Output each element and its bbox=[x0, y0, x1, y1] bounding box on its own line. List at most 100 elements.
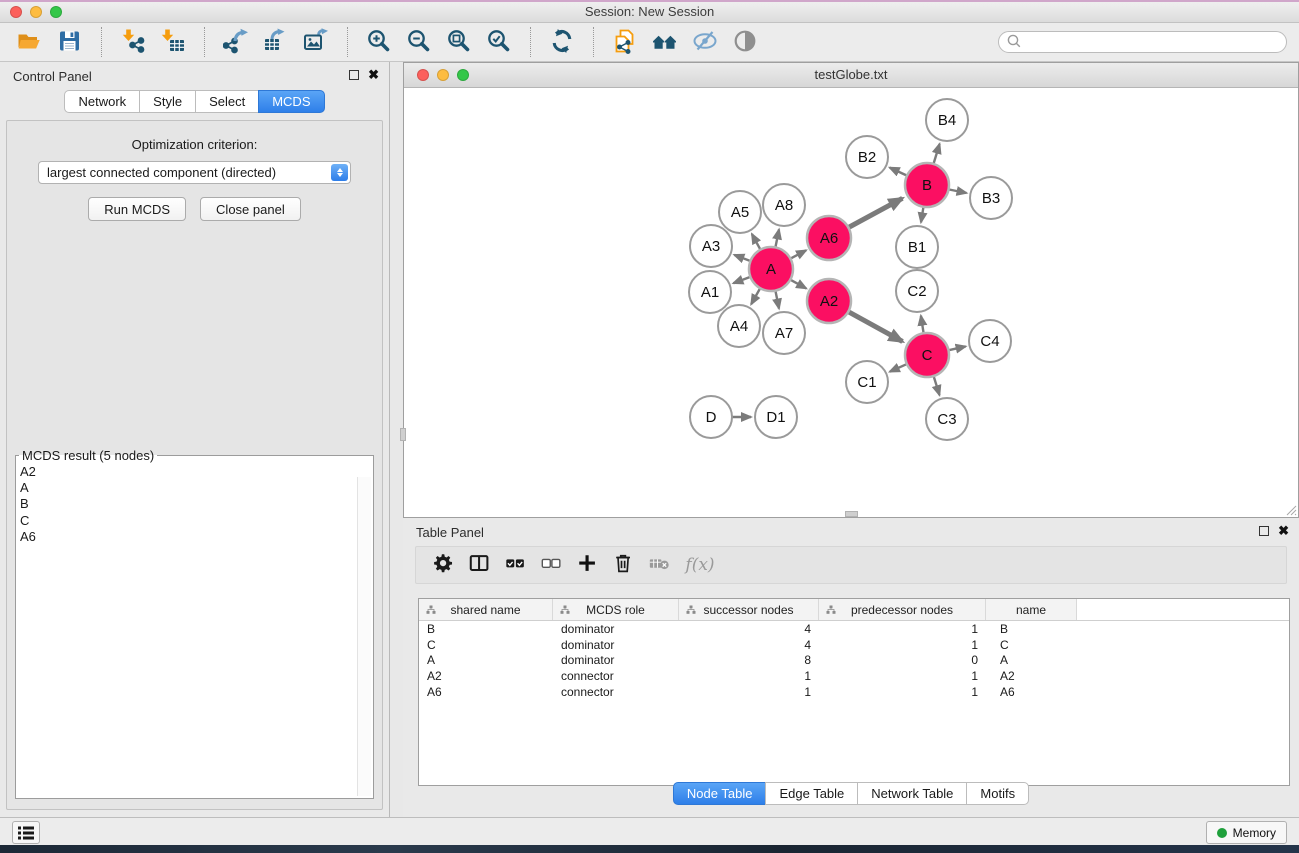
graph-node-B1[interactable]: B1 bbox=[896, 226, 938, 268]
table-options-button[interactable] bbox=[431, 552, 457, 578]
zoom-in-button[interactable] bbox=[364, 26, 394, 58]
table-tab-network-table[interactable]: Network Table bbox=[857, 782, 967, 805]
table-row-A6[interactable]: A6connector11A6 bbox=[419, 684, 1289, 700]
search-field[interactable] bbox=[998, 31, 1287, 53]
show-all-button[interactable] bbox=[730, 26, 760, 58]
graph-edge-B-B4[interactable] bbox=[933, 144, 940, 166]
column-header-shared-name[interactable]: shared name bbox=[419, 599, 553, 620]
column-header-predecessor-nodes[interactable]: predecessor nodes bbox=[819, 599, 986, 620]
result-scrollbar[interactable] bbox=[357, 477, 371, 796]
open-session-button[interactable] bbox=[15, 26, 45, 58]
apply-preferred-layout-button[interactable] bbox=[547, 26, 577, 58]
run-mcds-button[interactable]: Run MCDS bbox=[88, 197, 186, 221]
graph-node-C[interactable]: C bbox=[905, 333, 949, 377]
table-tab-motifs[interactable]: Motifs bbox=[966, 782, 1029, 805]
cell-mcds-role: dominator bbox=[553, 622, 679, 636]
graph-node-C4[interactable]: C4 bbox=[969, 320, 1011, 362]
column-header-name[interactable]: name bbox=[986, 599, 1077, 620]
gear-icon bbox=[432, 552, 456, 579]
zoom-selected-region-button[interactable] bbox=[484, 26, 514, 58]
search-input[interactable] bbox=[1022, 33, 1286, 51]
column-header-successor-nodes[interactable]: successor nodes bbox=[679, 599, 819, 620]
column-label: shared name bbox=[450, 603, 520, 617]
graph-edge-A2-C[interactable] bbox=[847, 311, 903, 342]
create-new-column-button[interactable] bbox=[575, 552, 601, 578]
graph-node-C3[interactable]: C3 bbox=[926, 398, 968, 440]
float-table-panel-icon[interactable] bbox=[1259, 526, 1269, 536]
mcds-result-item[interactable]: A2 bbox=[20, 464, 373, 480]
show-column-panel-button[interactable] bbox=[467, 552, 493, 578]
table-row-C[interactable]: Cdominator41C bbox=[419, 637, 1289, 653]
mcds-result-item[interactable]: A6 bbox=[20, 529, 373, 545]
close-table-panel-icon[interactable]: ✖ bbox=[1278, 524, 1289, 537]
new-network-from-selection-button[interactable] bbox=[610, 26, 640, 58]
graph-node-A7[interactable]: A7 bbox=[763, 312, 805, 354]
graph-node-D[interactable]: D bbox=[690, 396, 732, 438]
table-tab-node-table[interactable]: Node Table bbox=[673, 782, 767, 805]
graph-node-A[interactable]: A bbox=[749, 247, 793, 291]
graph-node-D1[interactable]: D1 bbox=[755, 396, 797, 438]
graph-node-A1[interactable]: A1 bbox=[689, 271, 731, 313]
control-panel-tabs: NetworkStyleSelectMCDS bbox=[0, 90, 389, 113]
check2-icon bbox=[504, 552, 528, 579]
table-row-A[interactable]: Adominator80A bbox=[419, 653, 1289, 669]
desktop-background bbox=[0, 845, 1299, 853]
table-row-B[interactable]: Bdominator41B bbox=[419, 621, 1289, 637]
graph-node-A8[interactable]: A8 bbox=[763, 184, 805, 226]
table-row-A2[interactable]: A2connector11A2 bbox=[419, 668, 1289, 684]
graph-node-A6[interactable]: A6 bbox=[807, 216, 851, 260]
delete-columns-button[interactable] bbox=[611, 552, 637, 578]
graph-node-B[interactable]: B bbox=[905, 163, 949, 207]
close-panel-button[interactable]: Close panel bbox=[200, 197, 301, 221]
tab-network[interactable]: Network bbox=[64, 90, 140, 113]
column-label: MCDS role bbox=[586, 603, 645, 617]
mcds-result-item[interactable]: C bbox=[20, 513, 373, 529]
graph-node-label: A2 bbox=[820, 293, 838, 310]
network-window-title: testGlobe.txt bbox=[404, 63, 1298, 87]
graph-node-B3[interactable]: B3 bbox=[970, 177, 1012, 219]
select-all-columns-button[interactable] bbox=[503, 552, 529, 578]
graph-edge-A6-B[interactable] bbox=[847, 198, 903, 228]
network-canvas[interactable]: B4 B2 B B3 A8A5 A6 A3 B1 A A1 C2 A2 A4A7 C4 C C1 C3 D D1 bbox=[404, 88, 1298, 517]
cell-mcds-role: dominator bbox=[553, 653, 679, 667]
export-table-button[interactable] bbox=[261, 26, 291, 58]
cell-predecessor-nodes: 1 bbox=[819, 669, 986, 683]
horizontal-scroll-thumb[interactable] bbox=[845, 511, 858, 517]
memory-button[interactable]: Memory bbox=[1206, 821, 1287, 844]
graph-node-B2[interactable]: B2 bbox=[846, 136, 888, 178]
import-table-from-file-button[interactable] bbox=[158, 26, 188, 58]
criterion-dropdown[interactable]: largest connected component (directed) bbox=[38, 161, 351, 184]
first-neighbors-button[interactable] bbox=[650, 26, 680, 58]
graph-node-label: C2 bbox=[907, 283, 926, 300]
graph-edge-C-C3[interactable] bbox=[933, 374, 940, 395]
graph-node-C2[interactable]: C2 bbox=[896, 270, 938, 312]
mcds-result-item[interactable]: B bbox=[20, 496, 373, 512]
hide-selected-button[interactable] bbox=[690, 26, 720, 58]
tab-select[interactable]: Select bbox=[195, 90, 259, 113]
graph-node-A2[interactable]: A2 bbox=[807, 279, 851, 323]
graph-node-A4[interactable]: A4 bbox=[718, 305, 760, 347]
mcds-result-item[interactable]: A bbox=[20, 480, 373, 496]
import-network-from-file-button[interactable] bbox=[118, 26, 148, 58]
graph-node-A3[interactable]: A3 bbox=[690, 225, 732, 267]
task-history-button[interactable] bbox=[12, 821, 40, 844]
export-image-button[interactable] bbox=[301, 26, 331, 58]
unselect-all-columns-button[interactable] bbox=[539, 552, 565, 578]
zoom-out-button[interactable] bbox=[404, 26, 434, 58]
graph-node-C1[interactable]: C1 bbox=[846, 361, 888, 403]
graph-node-B4[interactable]: B4 bbox=[926, 99, 968, 141]
close-panel-icon[interactable]: ✖ bbox=[368, 68, 379, 81]
export-network-button[interactable] bbox=[221, 26, 251, 58]
tab-mcds[interactable]: MCDS bbox=[258, 90, 324, 113]
tab-style[interactable]: Style bbox=[139, 90, 196, 113]
column-header-mcds-role[interactable]: MCDS role bbox=[553, 599, 679, 620]
float-panel-icon[interactable] bbox=[349, 70, 359, 80]
save-session-button[interactable] bbox=[55, 26, 85, 58]
graph-node-A5[interactable]: A5 bbox=[719, 191, 761, 233]
zoom-fit-content-button[interactable] bbox=[444, 26, 474, 58]
toolbar-separator bbox=[530, 27, 531, 57]
table-tab-edge-table[interactable]: Edge Table bbox=[765, 782, 858, 805]
zoom-out-icon bbox=[406, 28, 432, 57]
resize-grip-icon[interactable] bbox=[1284, 503, 1297, 516]
vertical-scroll-thumb[interactable] bbox=[400, 428, 406, 441]
